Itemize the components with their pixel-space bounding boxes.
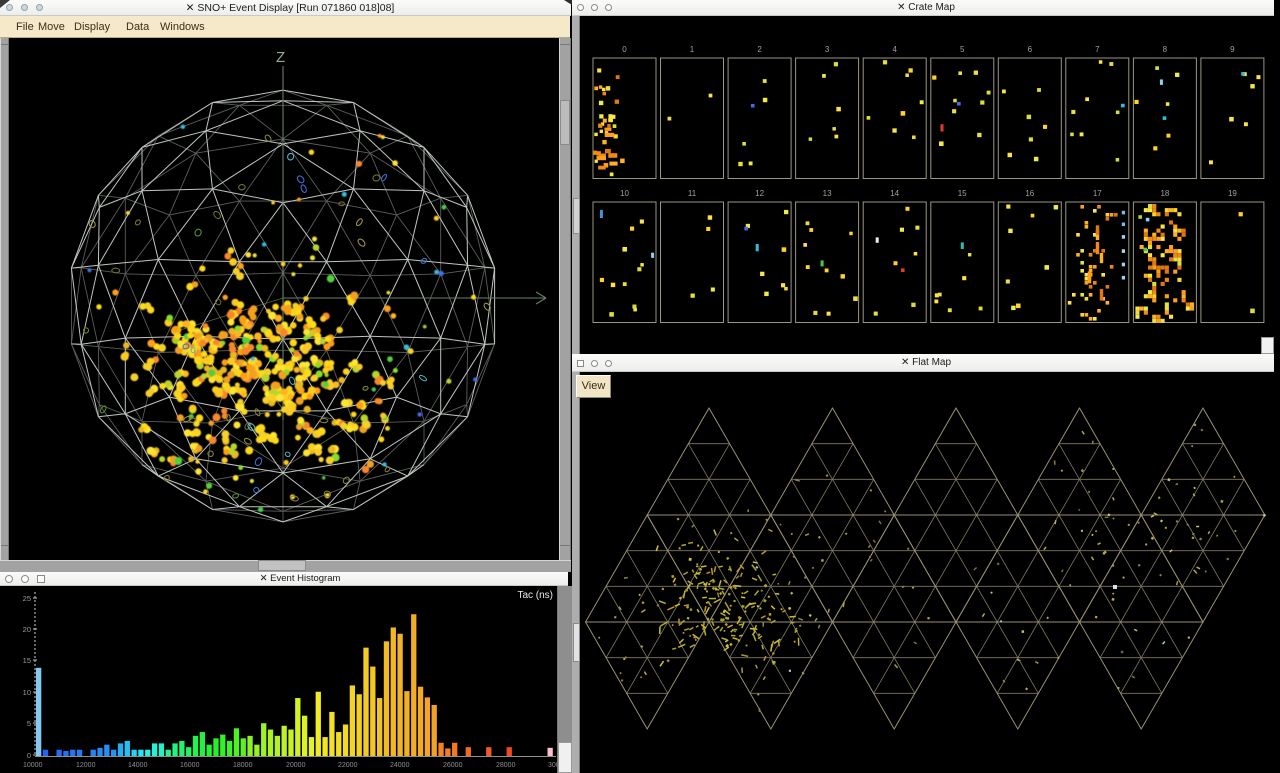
svg-text:30000: 30000 [548,762,557,769]
svg-text:22000: 22000 [338,762,358,769]
svg-text:15: 15 [23,656,31,665]
svg-text:8: 8 [1163,45,1168,54]
svg-text:6: 6 [1028,45,1033,54]
svg-text:15: 15 [958,189,967,198]
svg-text:11: 11 [688,189,697,198]
svg-text:12: 12 [755,189,764,198]
svg-text:10: 10 [620,189,629,198]
svg-text:19: 19 [1228,189,1237,198]
svg-text:25: 25 [23,594,31,603]
svg-text:24000: 24000 [390,762,410,769]
svg-text:7: 7 [1095,45,1100,54]
svg-text:16: 16 [1025,189,1034,198]
svg-text:3: 3 [825,45,830,54]
svg-text:28000: 28000 [496,762,516,769]
svg-text:18: 18 [1160,189,1169,198]
svg-text:4: 4 [892,45,897,54]
svg-text:18000: 18000 [233,762,253,769]
svg-text:1: 1 [690,45,695,54]
svg-text:0: 0 [27,751,31,760]
svg-text:12000: 12000 [76,762,96,769]
svg-text:2: 2 [757,45,762,54]
svg-text:5: 5 [27,719,31,728]
svg-text:14: 14 [890,189,899,198]
svg-text:5: 5 [960,45,965,54]
svg-text:10000: 10000 [23,762,43,769]
svg-text:13: 13 [823,189,832,198]
svg-text:0: 0 [622,45,627,54]
svg-text:9: 9 [1230,45,1235,54]
svg-text:16000: 16000 [180,762,200,769]
svg-text:Z: Z [276,49,285,66]
svg-text:20: 20 [23,625,31,634]
svg-text:Tac (ns): Tac (ns) [517,590,553,601]
svg-text:14000: 14000 [128,762,148,769]
svg-text:17: 17 [1093,189,1102,198]
svg-text:26000: 26000 [443,762,463,769]
svg-text:10: 10 [23,688,31,697]
svg-text:20000: 20000 [286,762,306,769]
